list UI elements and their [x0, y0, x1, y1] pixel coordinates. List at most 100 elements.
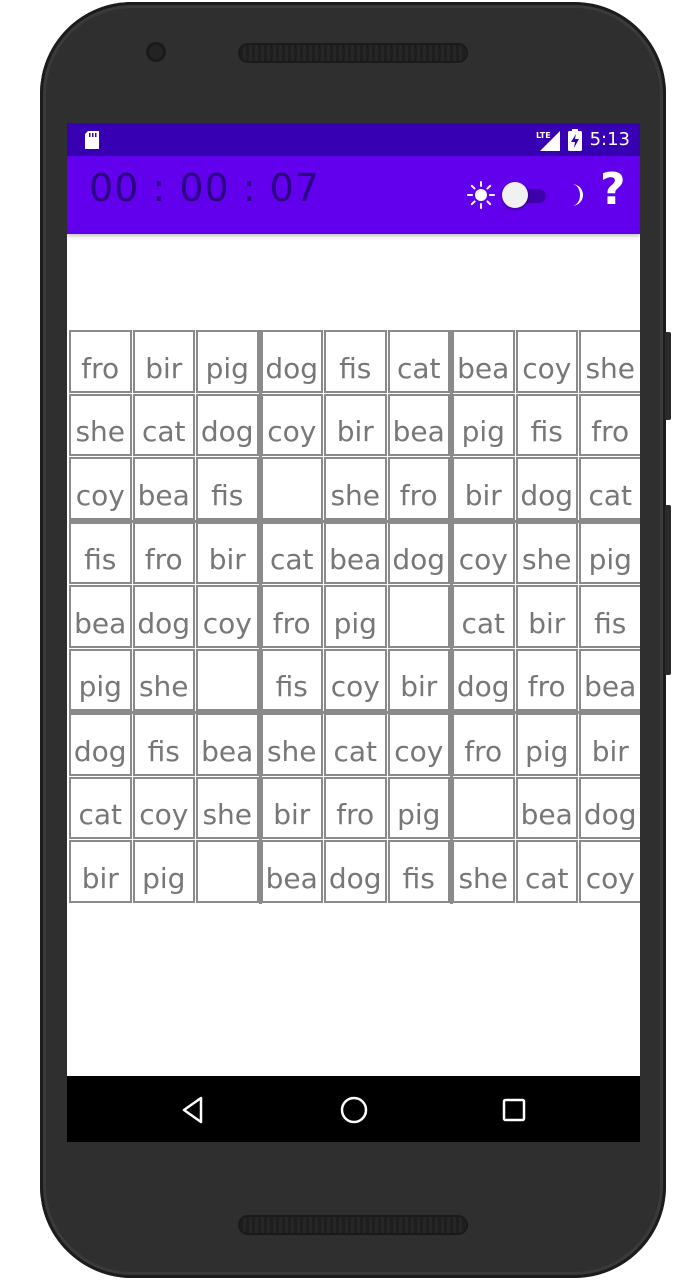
- grid-cell[interactable]: fis: [387, 840, 450, 903]
- grid-cell[interactable]: bea: [196, 713, 259, 776]
- grid-cell[interactable]: bea: [324, 521, 387, 584]
- theme-switch[interactable]: [502, 182, 548, 208]
- grid-cell[interactable]: [452, 776, 515, 839]
- grid-cell[interactable]: bir: [387, 648, 450, 711]
- grid-cell[interactable]: bea: [69, 585, 132, 648]
- box-divider-horizontal: [69, 519, 640, 523]
- grid-cell[interactable]: cat: [69, 776, 132, 839]
- grid-cell[interactable]: coy: [387, 713, 450, 776]
- grid-cell[interactable]: [196, 840, 259, 903]
- grid-cell[interactable]: bir: [515, 585, 578, 648]
- grid-cell[interactable]: she: [260, 713, 323, 776]
- grid-cell[interactable]: she: [515, 521, 578, 584]
- power-button: [665, 332, 671, 420]
- grid-cell[interactable]: pig: [324, 585, 387, 648]
- grid-cell[interactable]: fis: [515, 393, 578, 456]
- grid-cell[interactable]: bea: [515, 776, 578, 839]
- grid-cell[interactable]: bir: [196, 521, 259, 584]
- grid-cell[interactable]: fro: [515, 648, 578, 711]
- grid-cell[interactable]: bea: [260, 840, 323, 903]
- device-screenshot: LTE 5:13 00 : 00 : 07 ? fro bir pig dog …: [0, 0, 683, 1281]
- grid-cell[interactable]: coy: [196, 585, 259, 648]
- grid-cell[interactable]: dog: [69, 713, 132, 776]
- grid-cell[interactable]: fro: [69, 330, 132, 393]
- theme-switch-thumb: [502, 182, 528, 208]
- grid-cell[interactable]: [196, 648, 259, 711]
- grid-cell[interactable]: fro: [387, 457, 450, 520]
- grid-cell[interactable]: dog: [515, 457, 578, 520]
- status-bar: LTE 5:13: [67, 123, 640, 156]
- grid-cell[interactable]: bir: [69, 840, 132, 903]
- grid-cell[interactable]: bir: [452, 457, 515, 520]
- grid-cell[interactable]: cat: [515, 840, 578, 903]
- grid-cell[interactable]: fro: [260, 585, 323, 648]
- signal-icon: LTE: [536, 130, 560, 151]
- grid-cell[interactable]: bir: [132, 330, 195, 393]
- grid-cell[interactable]: bea: [452, 330, 515, 393]
- grid-cell[interactable]: cat: [324, 713, 387, 776]
- grid-cell[interactable]: bir: [579, 713, 640, 776]
- grid-cell[interactable]: cat: [132, 393, 195, 456]
- app-bar: 00 : 00 : 07 ?: [67, 156, 640, 234]
- grid-cell[interactable]: dog: [196, 393, 259, 456]
- grid-cell[interactable]: bir: [260, 776, 323, 839]
- status-right-group: LTE 5:13: [536, 123, 630, 156]
- grid-cell[interactable]: [260, 457, 323, 520]
- grid-cell[interactable]: she: [196, 776, 259, 839]
- grid-cell[interactable]: fro: [452, 713, 515, 776]
- volume-button: [665, 505, 671, 675]
- grid-cell[interactable]: fro: [579, 393, 640, 456]
- grid-cell[interactable]: pig: [69, 648, 132, 711]
- grid-cell[interactable]: she: [452, 840, 515, 903]
- grid-cell[interactable]: she: [132, 648, 195, 711]
- grid-cell[interactable]: pig: [196, 330, 259, 393]
- grid-cell[interactable]: fis: [324, 330, 387, 393]
- bottom-speaker-grille: [238, 1215, 468, 1235]
- grid-cell[interactable]: pig: [579, 521, 640, 584]
- grid-cell[interactable]: fis: [260, 648, 323, 711]
- help-icon[interactable]: ?: [600, 168, 626, 212]
- back-icon[interactable]: [176, 1093, 210, 1127]
- grid-cell[interactable]: fro: [324, 776, 387, 839]
- grid-cell[interactable]: dog: [387, 521, 450, 584]
- grid-cell[interactable]: pig: [132, 840, 195, 903]
- grid-cell[interactable]: pig: [452, 393, 515, 456]
- grid-cell[interactable]: fro: [132, 521, 195, 584]
- grid-cell[interactable]: pig: [387, 776, 450, 839]
- navigation-bar: [67, 1076, 640, 1142]
- grid-cell[interactable]: cat: [579, 457, 640, 520]
- grid-cell[interactable]: fis: [69, 521, 132, 584]
- home-icon[interactable]: [337, 1093, 371, 1127]
- grid-cell[interactable]: coy: [132, 776, 195, 839]
- grid-cell[interactable]: fis: [579, 585, 640, 648]
- box-divider-horizontal: [69, 711, 640, 714]
- front-camera: [146, 42, 166, 62]
- grid-cell[interactable]: cat: [387, 330, 450, 393]
- grid-cell[interactable]: she: [69, 393, 132, 456]
- grid-cell[interactable]: dog: [132, 585, 195, 648]
- grid-cell[interactable]: [387, 585, 450, 648]
- grid-cell[interactable]: cat: [452, 585, 515, 648]
- grid-cell[interactable]: fis: [132, 713, 195, 776]
- grid-cell[interactable]: bea: [579, 648, 640, 711]
- grid-cell[interactable]: she: [324, 457, 387, 520]
- grid-cell[interactable]: fis: [196, 457, 259, 520]
- grid-cell[interactable]: dog: [260, 330, 323, 393]
- grid-cell[interactable]: dog: [452, 648, 515, 711]
- recents-icon[interactable]: [497, 1093, 531, 1127]
- grid-cell[interactable]: bea: [387, 393, 450, 456]
- grid-cell[interactable]: coy: [69, 457, 132, 520]
- grid-cell[interactable]: coy: [452, 521, 515, 584]
- grid-cell[interactable]: coy: [579, 840, 640, 903]
- sd-card-icon: [85, 131, 99, 149]
- grid-cell[interactable]: coy: [324, 648, 387, 711]
- grid-cell[interactable]: bea: [132, 457, 195, 520]
- grid-cell[interactable]: pig: [515, 713, 578, 776]
- grid-cell[interactable]: she: [579, 330, 640, 393]
- grid-cell[interactable]: coy: [260, 393, 323, 456]
- grid-cell[interactable]: coy: [515, 330, 578, 393]
- grid-cell[interactable]: bir: [324, 393, 387, 456]
- grid-cell[interactable]: dog: [579, 776, 640, 839]
- grid-cell[interactable]: cat: [260, 521, 323, 584]
- grid-cell[interactable]: dog: [324, 840, 387, 903]
